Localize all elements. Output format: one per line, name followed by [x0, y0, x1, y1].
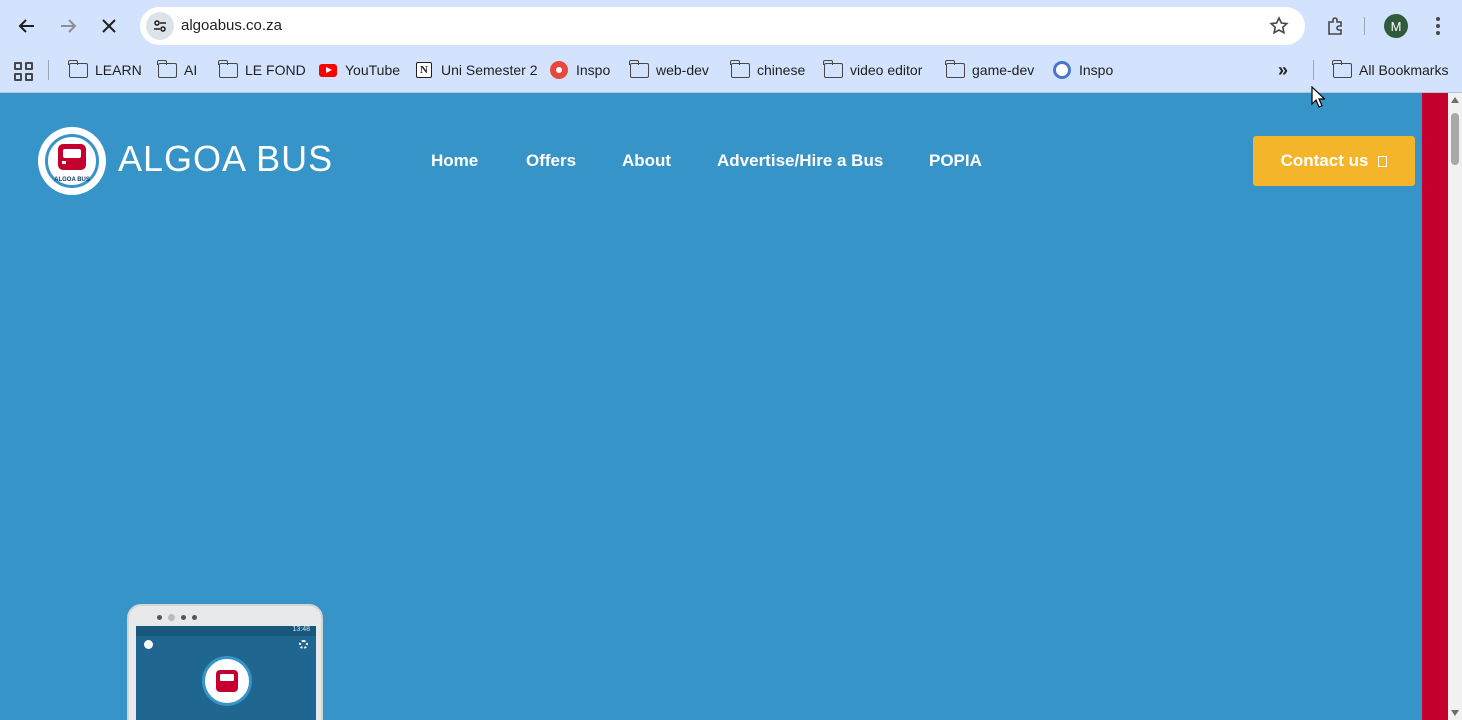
youtube-icon [318, 61, 338, 79]
phone-speaker [157, 614, 197, 621]
bookmark-ai[interactable]: AI [156, 58, 198, 82]
bookmark-label: Inspo [576, 62, 611, 78]
bookmark-web-dev[interactable]: web-dev [628, 58, 709, 82]
page-content: ALGOA BUS ALGOA BUS Home Offers About Ad… [0, 93, 1422, 720]
scroll-up-arrow-icon[interactable] [1451, 97, 1459, 103]
gear-icon [299, 640, 308, 649]
arrow-icon [1378, 155, 1388, 167]
bookmarks-separator [48, 60, 49, 80]
forward-button[interactable] [52, 10, 84, 42]
stop-loading-button[interactable] [93, 10, 125, 42]
nav-about[interactable]: About [622, 151, 671, 171]
folder-icon [822, 59, 843, 79]
folder-icon [944, 59, 965, 79]
bookmark-star-icon[interactable] [1269, 16, 1289, 36]
back-arrow-icon [18, 19, 34, 33]
bookmark-uni-semester-2[interactable]: N Uni Semester 2 [414, 58, 537, 82]
bookmark-game-dev[interactable]: game-dev [944, 58, 1035, 82]
profile-avatar[interactable]: M [1384, 14, 1408, 38]
nav-home[interactable]: Home [431, 151, 478, 171]
nav-advertise-hire-bus[interactable]: Advertise/Hire a Bus [717, 151, 883, 171]
bus-icon [58, 144, 90, 170]
bookmark-inspo[interactable]: Inspo [549, 58, 610, 82]
site-logo[interactable]: ALGOA BUS [38, 127, 106, 195]
bookmark-label: chinese [757, 62, 806, 78]
folder-icon [628, 59, 649, 79]
phone-status-bar: 13:48 [136, 626, 316, 636]
nav-popia[interactable]: POPIA [929, 151, 982, 171]
forward-arrow-icon [61, 19, 77, 33]
bookmark-label: Uni Semester 2 [441, 62, 538, 78]
red-circle-icon [549, 61, 569, 79]
bookmark-youtube[interactable]: YouTube [318, 58, 400, 82]
bookmarks-separator [1313, 60, 1314, 80]
bookmark-label: game-dev [972, 62, 1035, 78]
folder-icon [67, 59, 88, 79]
all-bookmarks-label: All Bookmarks [1359, 62, 1449, 78]
info-icon [144, 640, 153, 649]
bookmark-inspo-2[interactable]: Inspo [1052, 58, 1113, 82]
puzzle-icon [1328, 17, 1342, 35]
site-info-button[interactable] [146, 12, 174, 40]
bookmark-label: LEARN [95, 62, 142, 78]
address-bar[interactable]: algoabus.co.za [140, 7, 1305, 45]
extensions-button[interactable] [1322, 12, 1350, 40]
close-icon [102, 19, 116, 33]
bookmark-label: LE FOND [245, 62, 306, 78]
phone-time: 13:48 [292, 626, 310, 633]
folder-icon [156, 59, 177, 79]
bookmark-label: web-dev [656, 62, 709, 78]
bookmark-label: AI [184, 62, 198, 78]
page-scrollbar[interactable] [1448, 93, 1462, 720]
tune-icon [154, 20, 166, 32]
bookmark-label: video editor [850, 62, 923, 78]
bookmark-label: Inspo [1079, 62, 1114, 78]
bookmark-learn[interactable]: LEARN [67, 58, 142, 82]
browser-menu-icon[interactable] [1428, 14, 1448, 38]
side-accent-strip [1422, 93, 1448, 720]
folder-icon [217, 59, 238, 79]
bookmarks-bar: LEARN AI LE FOND YouTube N Uni Semester … [0, 52, 1462, 93]
nav-offers[interactable]: Offers [526, 151, 576, 171]
scroll-down-arrow-icon[interactable] [1451, 710, 1459, 716]
apps-grid-icon[interactable] [12, 60, 34, 82]
back-button[interactable] [11, 10, 43, 42]
bookmark-chinese[interactable]: chinese [729, 58, 806, 82]
bookmark-video-editor[interactable]: video editor [822, 58, 923, 82]
notion-icon: N [414, 61, 434, 79]
globe-icon [1052, 61, 1072, 79]
contact-us-button[interactable]: Contact us [1253, 136, 1415, 186]
site-brand[interactable]: ALGOA BUS [118, 138, 333, 180]
folder-icon [729, 59, 750, 79]
phone-mockup-image: 13:48 [127, 604, 323, 720]
mouse-cursor-icon [1311, 86, 1325, 108]
folder-icon [1331, 59, 1352, 79]
phone-screen: 13:48 [136, 626, 316, 720]
browser-toolbar: algoabus.co.za M [0, 0, 1462, 52]
logo-caption: ALGOA BUS [54, 177, 90, 183]
bookmark-le-fond[interactable]: LE FOND [217, 58, 306, 82]
contact-us-label: Contact us [1280, 151, 1369, 170]
toolbar-separator [1364, 17, 1365, 35]
bookmark-label: YouTube [345, 62, 401, 78]
bus-icon [216, 670, 238, 692]
all-bookmarks[interactable]: All Bookmarks [1331, 58, 1449, 82]
more-bookmarks-chevron-icon[interactable]: » [1278, 60, 1288, 81]
scroll-thumb[interactable] [1451, 113, 1459, 165]
url-text[interactable]: algoabus.co.za [181, 17, 282, 34]
app-logo [202, 656, 252, 706]
